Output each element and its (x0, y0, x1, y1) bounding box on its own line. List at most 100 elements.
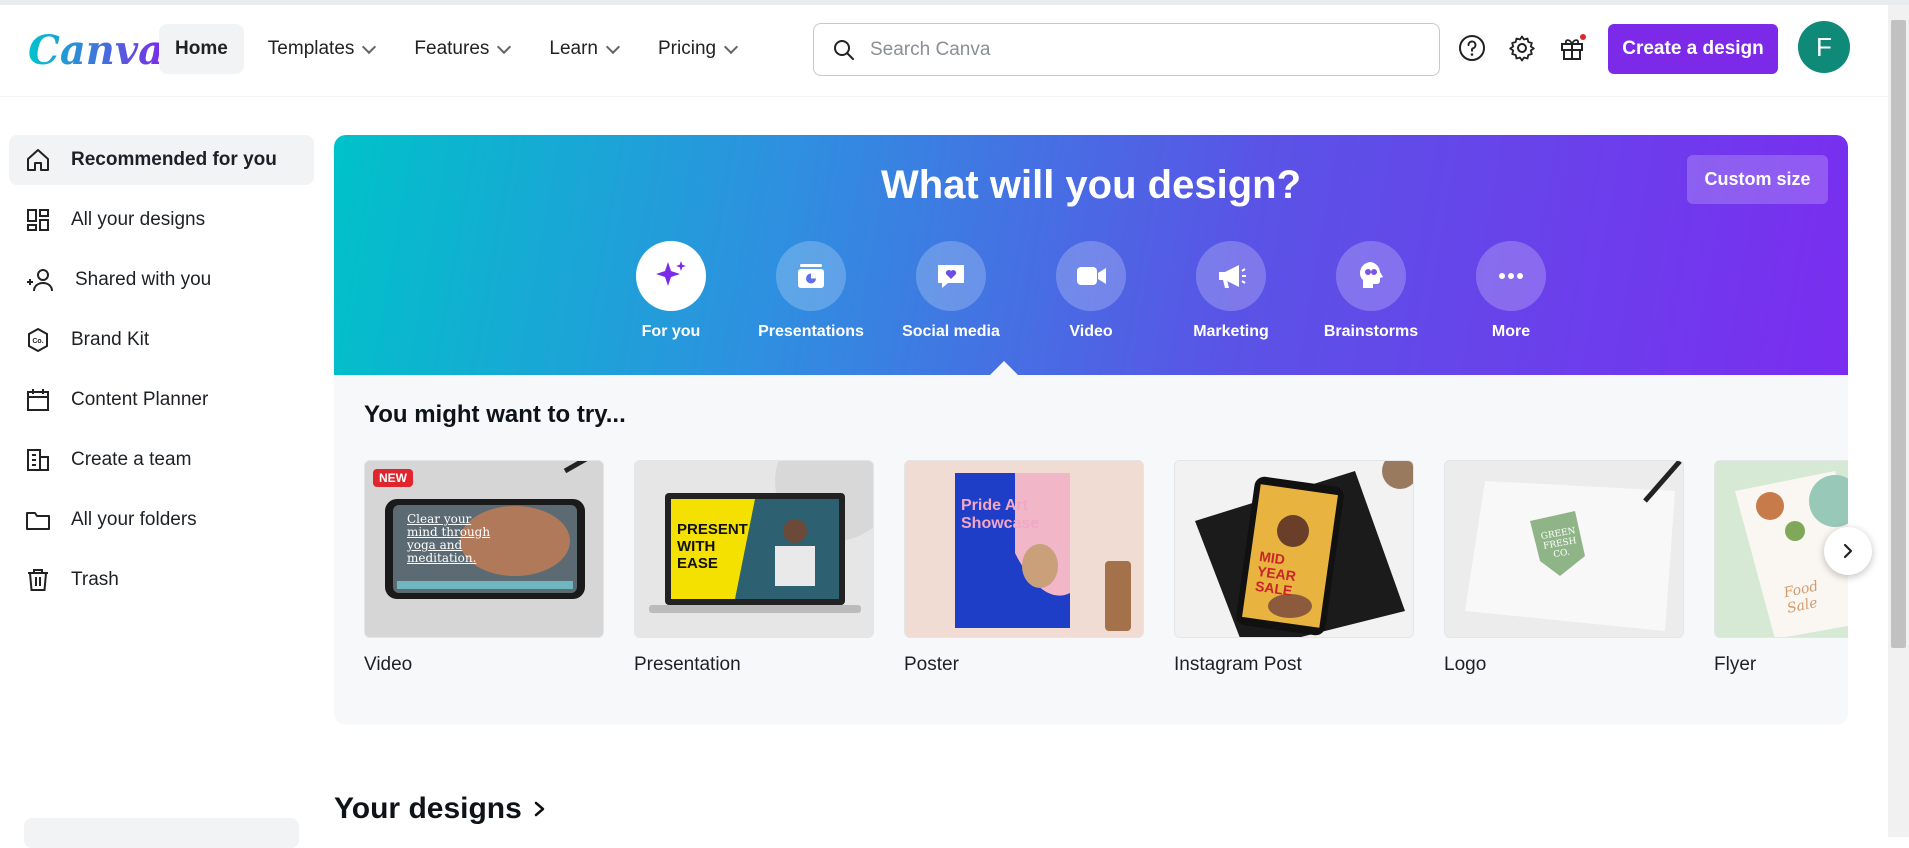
gift-icon[interactable] (1555, 31, 1589, 65)
nav-templates[interactable]: Templates (252, 24, 391, 74)
suggestion-card-presentation[interactable]: PRESENT WITH EASE Presentation (634, 460, 874, 676)
card-label: Poster (904, 654, 959, 675)
top-header: Canva Home Templates Features Learn Pric… (0, 5, 1888, 97)
thumb-text: Pride Art Showcase (961, 497, 1040, 532)
nav-label: Learn (549, 38, 598, 59)
avatar[interactable]: F (1798, 21, 1850, 73)
lightbulb-head-icon (1336, 241, 1406, 311)
nav-label: Home (175, 38, 228, 59)
scrollbar-thumb[interactable] (1891, 20, 1906, 648)
hero-title: What will you design? (881, 163, 1301, 207)
grid-icon (27, 209, 49, 231)
sidebar-item-label: Recommended for you (71, 149, 277, 170)
sidebar: Recommended for you All your designs Sha… (9, 135, 314, 615)
suggestion-card-logo[interactable]: GREEN FRESH CO. Logo (1444, 460, 1684, 676)
your-designs-title: Your designs (334, 792, 522, 825)
category-label: Social media (902, 323, 1000, 340)
chevron-down-icon (724, 39, 739, 54)
card-thumbnail: PRESENT WITH EASE (634, 460, 874, 638)
help-icon[interactable] (1455, 31, 1489, 65)
suggestion-card-instagram-post[interactable]: MID YEAR SALE Instagram Post (1174, 460, 1414, 676)
new-badge: NEW (373, 469, 413, 487)
heart-chat-icon (916, 241, 986, 311)
more-dots-icon (1476, 241, 1546, 311)
sidebar-item-label: Trash (71, 569, 119, 590)
users-icon (27, 269, 53, 292)
carousel-next-button[interactable] (1824, 527, 1872, 575)
category-for-you[interactable]: For you (601, 241, 741, 341)
category-more[interactable]: More (1441, 241, 1581, 341)
nav-learn[interactable]: Learn (533, 24, 634, 74)
thumb-text: Clear your mind through yoga and meditat… (407, 512, 491, 565)
calendar-icon (27, 389, 49, 411)
thumb-text: MID YEAR SALE (1254, 548, 1298, 599)
card-label: Logo (1444, 654, 1487, 675)
category-marketing[interactable]: Marketing (1161, 241, 1301, 341)
chevron-down-icon (497, 39, 512, 54)
sidebar-item-create-team[interactable]: Create a team (9, 435, 314, 485)
brand-kit-icon: Co. (28, 327, 48, 353)
custom-size-button[interactable]: Custom size (1687, 155, 1828, 204)
card-thumbnail: MID YEAR SALE (1174, 460, 1414, 638)
nav-home[interactable]: Home (159, 24, 244, 74)
sparkle-icon (636, 241, 706, 311)
sidebar-item-recommended[interactable]: Recommended for you (9, 135, 314, 185)
chevron-right-icon (1843, 543, 1853, 559)
card-label: Instagram Post (1174, 654, 1302, 675)
sidebar-item-label: Shared with you (75, 269, 212, 290)
search-icon (834, 39, 854, 60)
presentation-icon (776, 241, 846, 311)
sidebar-item-brand-kit[interactable]: Co. Brand Kit (9, 315, 314, 365)
card-thumbnail: GREEN FRESH CO. (1444, 460, 1684, 638)
nav-pricing[interactable]: Pricing (642, 24, 752, 74)
sidebar-item-folders[interactable]: All your folders (9, 495, 314, 545)
category-presentations[interactable]: Presentations (741, 241, 881, 341)
home-icon (27, 149, 49, 171)
video-camera-icon (1056, 241, 1126, 311)
settings-gear-icon[interactable] (1505, 31, 1539, 65)
category-label: Marketing (1193, 323, 1269, 340)
sidebar-item-content-planner[interactable]: Content Planner (9, 375, 314, 425)
canva-logo[interactable]: Canva (28, 27, 164, 74)
create-design-button[interactable]: Create a design (1608, 24, 1778, 74)
category-label: For you (641, 323, 701, 340)
chevron-down-icon (605, 39, 621, 54)
sidebar-item-all-designs[interactable]: All your designs (9, 195, 314, 245)
chevron-right-icon (534, 801, 545, 817)
card-thumbnail: Pride Art Showcase (904, 460, 1144, 638)
card-label: Video (364, 654, 413, 675)
category-label: More (1491, 323, 1531, 340)
active-category-indicator (990, 361, 1018, 375)
nav-label: Features (414, 38, 490, 59)
suggestion-card-flyer[interactable]: Food Sale Flyer (1714, 460, 1848, 676)
suggestion-card-poster[interactable]: Pride Art Showcase Poster (904, 460, 1144, 676)
category-brainstorms[interactable]: Brainstorms (1301, 241, 1441, 341)
trash-icon (28, 569, 48, 591)
nav-label: Templates (267, 38, 355, 59)
sidebar-bottom-card[interactable] (24, 818, 299, 848)
category-label: Presentations (758, 323, 864, 340)
suggestions-carousel: NEW Clear your mind through yoga and med… (364, 460, 1848, 690)
sidebar-item-label: Content Planner (71, 389, 209, 410)
folder-icon (26, 512, 50, 530)
sidebar-item-label: Brand Kit (71, 329, 150, 350)
card-thumbnail: NEW Clear your mind through yoga and med… (364, 460, 604, 638)
search-bar[interactable] (813, 23, 1440, 76)
sidebar-item-label: All your folders (71, 509, 197, 530)
sidebar-item-trash[interactable]: Trash (9, 555, 314, 605)
hero-banner: What will you design? Custom size For yo… (334, 135, 1848, 375)
search-input[interactable] (870, 38, 1410, 61)
suggestion-card-video[interactable]: NEW Clear your mind through yoga and med… (364, 460, 604, 676)
category-video[interactable]: Video (1021, 241, 1161, 341)
main-nav: Home Templates Features Learn Pricing (159, 24, 752, 74)
building-icon (27, 449, 49, 471)
card-label: Flyer (1714, 654, 1757, 675)
svg-text:Co.: Co. (32, 338, 43, 345)
chevron-down-icon (362, 39, 377, 54)
sidebar-item-label: Create a team (71, 449, 192, 470)
your-designs-heading[interactable]: Your designs (334, 792, 548, 826)
category-social-media[interactable]: Social media (881, 241, 1021, 341)
sidebar-item-shared[interactable]: Shared with you (9, 255, 314, 305)
nav-label: Pricing (658, 38, 717, 59)
nav-features[interactable]: Features (398, 24, 525, 74)
